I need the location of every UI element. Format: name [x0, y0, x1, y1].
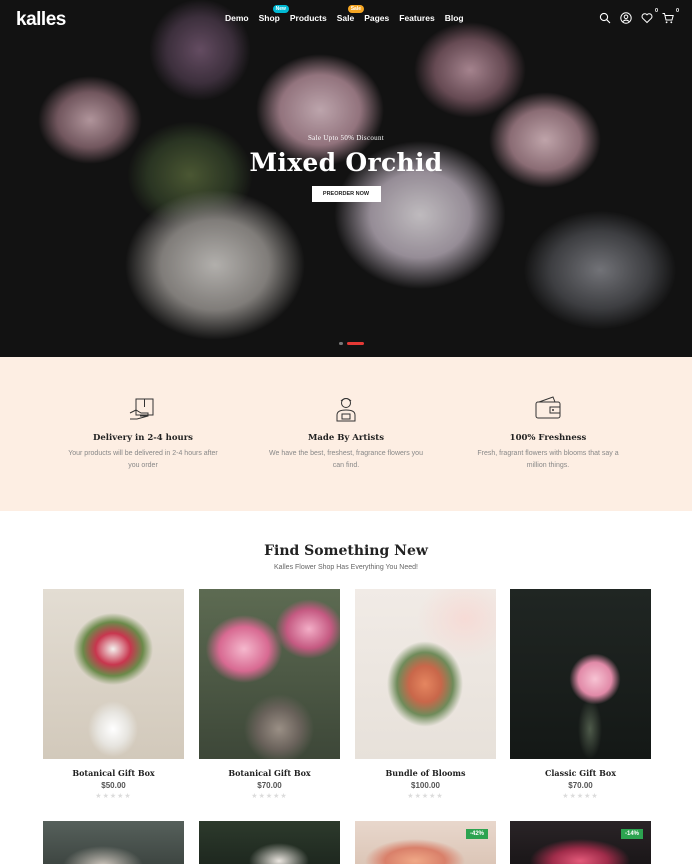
nav-item-label: Demo: [225, 13, 249, 23]
product-image[interactable]: [199, 589, 340, 759]
main-menu: Demo Shop New Products Sale Sale Pages Fea…: [225, 5, 474, 23]
feature-desc: We have the best, freshest, fragrance fl…: [269, 450, 423, 469]
nav-item-features[interactable]: Features: [399, 13, 434, 23]
feature-title: Made By Artists: [307, 433, 385, 443]
new-badge: New: [272, 5, 289, 13]
product-card[interactable]: [43, 821, 184, 864]
cart-count: 0: [675, 8, 679, 14]
product-image[interactable]: [43, 821, 184, 864]
product-price: $70.00: [568, 781, 593, 790]
feature-artists: Made By Artists We have the best, freshe…: [246, 395, 446, 472]
product-card[interactable]: Classic Gift Box $70.00 ★★★★★: [510, 589, 651, 800]
feature-freshness: 100% Freshness Fresh, fragrant flowers w…: [448, 395, 648, 472]
product-image[interactable]: [43, 589, 184, 759]
cart-icon[interactable]: 0: [662, 8, 679, 24]
product-name[interactable]: Classic Gift Box: [510, 768, 651, 778]
nav-item-blog[interactable]: Blog: [445, 13, 464, 23]
nav-item-shop[interactable]: Shop New: [258, 5, 289, 23]
artist-icon: [336, 398, 356, 422]
product-name[interactable]: Botanical Gift Box: [43, 768, 184, 778]
wallet-icon: [535, 396, 561, 419]
heart-icon[interactable]: 0: [641, 8, 658, 24]
slider-dots: [339, 342, 364, 345]
rating-stars: ★★★★★: [562, 793, 599, 800]
nav-item-pages[interactable]: Pages: [364, 13, 389, 23]
feature-title: 100% Freshness: [509, 433, 587, 443]
product-image[interactable]: [199, 821, 340, 864]
features-strip: Delivery in 2-4 hours Your products will…: [0, 357, 692, 511]
hero-banner: kalles Demo Shop New Products Sale Sale Pa…: [0, 0, 692, 357]
top-navigation: kalles Demo Shop New Products Sale Sale Pa…: [0, 0, 692, 38]
feature-desc: Your products will be delivered in 2-4 h…: [68, 450, 218, 469]
product-card[interactable]: Bundle of Blooms $100.00 ★★★★★: [355, 589, 496, 800]
nav-item-products[interactable]: Products: [290, 13, 327, 23]
nav-item-label: Pages: [364, 13, 390, 23]
product-image[interactable]: [510, 589, 651, 759]
product-image[interactable]: -14%: [510, 821, 651, 864]
product-image[interactable]: [355, 589, 496, 759]
nav-item-label: Sale: [336, 13, 355, 23]
nav-item-label: Blog: [444, 13, 464, 23]
product-card[interactable]: Botanical Gift Box $70.00 ★★★★★: [199, 589, 340, 800]
wishlist-count: 0: [654, 8, 658, 14]
product-name[interactable]: Bundle of Blooms: [355, 768, 496, 778]
delivery-box-icon: [129, 398, 154, 420]
user-icon[interactable]: [620, 12, 632, 24]
product-card[interactable]: -14%: [510, 821, 651, 864]
rating-stars: ★★★★★: [407, 793, 444, 800]
section-subtitle: Kalles Flower Shop Has Everything You Ne…: [274, 564, 418, 571]
search-icon[interactable]: [599, 12, 611, 24]
nav-item-label: Shop: [258, 13, 280, 23]
hero-kicker: Sale Upto 50% Discount: [307, 134, 384, 142]
section-title: Find Something New: [264, 543, 428, 559]
product-card[interactable]: Botanical Gift Box $50.00 ★★★★★: [43, 589, 184, 800]
slider-dot[interactable]: [339, 342, 343, 345]
rating-stars: ★★★★★: [95, 793, 132, 800]
slider-dot-active[interactable]: [347, 342, 364, 345]
product-image[interactable]: -42%: [355, 821, 496, 864]
product-price: $50.00: [101, 781, 126, 790]
rating-stars: ★★★★★: [251, 793, 288, 800]
product-price: $100.00: [411, 781, 440, 790]
nav-item-sale[interactable]: Sale Sale: [336, 5, 365, 23]
hero-content: Sale Upto 50% Discount Mixed Orchid PREO…: [0, 134, 692, 202]
product-card[interactable]: [199, 821, 340, 864]
feature-desc: Fresh, fragrant flowers with blooms that…: [477, 450, 619, 469]
nav-item-demo[interactable]: Demo: [225, 13, 249, 23]
product-name[interactable]: Botanical Gift Box: [199, 768, 340, 778]
product-price: $70.00: [257, 781, 282, 790]
discount-badge: -42%: [465, 829, 488, 839]
hero-title: Mixed Orchid: [249, 148, 443, 177]
discount-badge: -14%: [620, 829, 643, 839]
nav-item-label: Features: [399, 13, 435, 23]
feature-delivery: Delivery in 2-4 hours Your products will…: [43, 395, 243, 472]
sale-badge: Sale: [347, 5, 365, 13]
header-icons: 0 0: [599, 8, 679, 24]
feature-title: Delivery in 2-4 hours: [93, 433, 193, 443]
nav-item-label: Products: [289, 13, 327, 23]
brand-logo[interactable]: kalles: [16, 9, 66, 31]
product-card[interactable]: -42%: [355, 821, 496, 864]
preorder-button[interactable]: PREORDER NOW: [311, 186, 381, 202]
